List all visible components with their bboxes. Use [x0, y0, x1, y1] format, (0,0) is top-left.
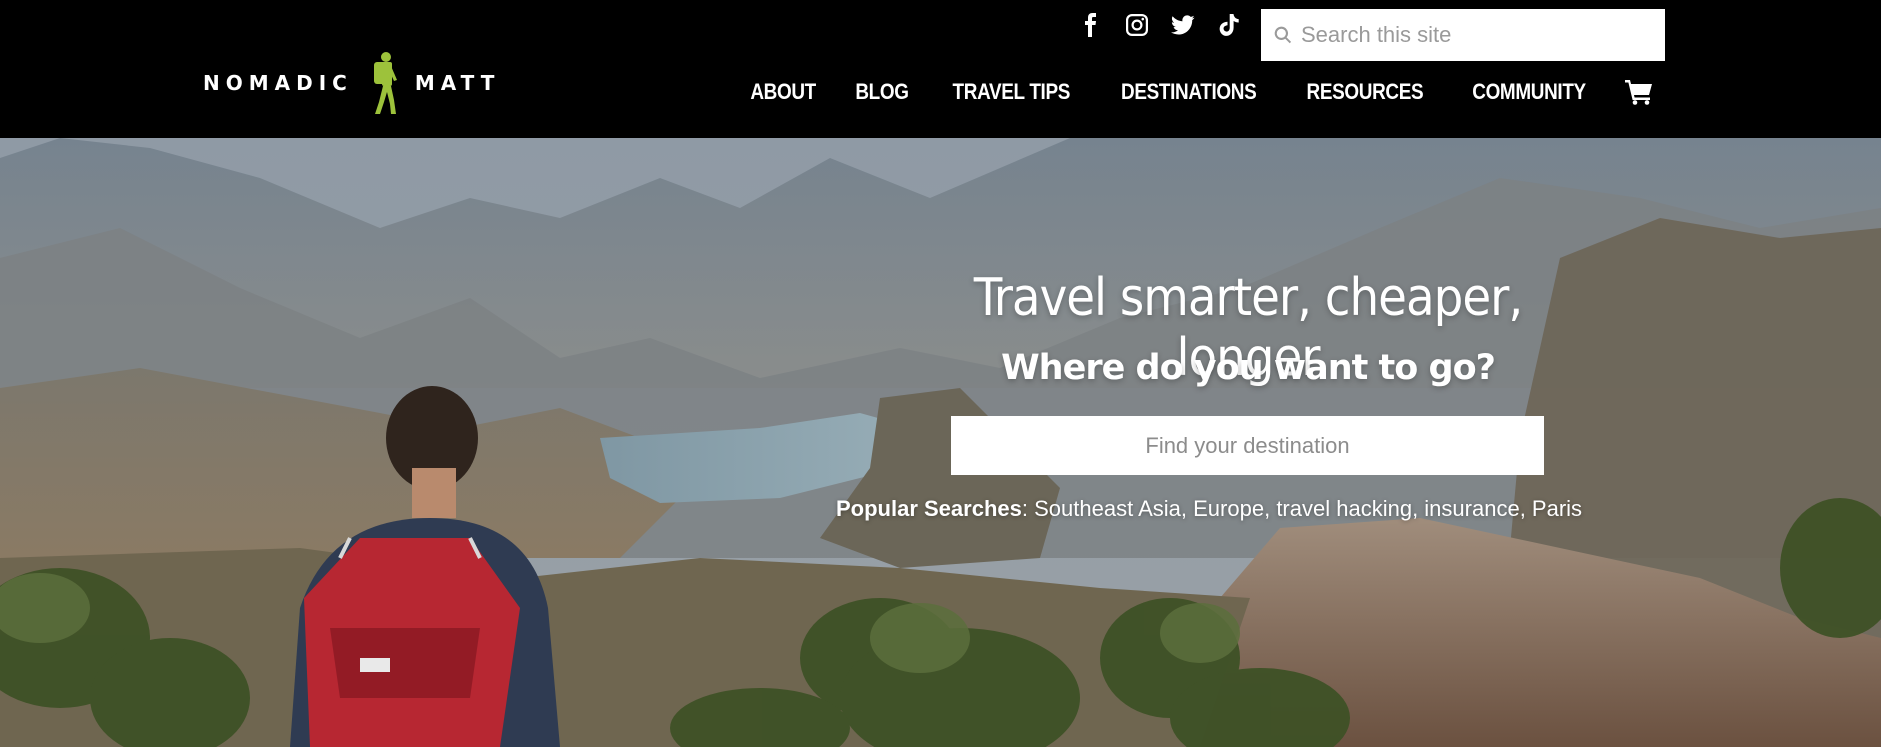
- popular-searches-label: Popular Searches: [836, 496, 1022, 521]
- backpacker-logo-icon: [373, 52, 397, 114]
- social-links: [1078, 12, 1242, 38]
- twitter-icon[interactable]: [1170, 12, 1196, 38]
- site-search-input[interactable]: [1301, 22, 1661, 48]
- facebook-icon[interactable]: [1078, 12, 1104, 38]
- nav-item-blog[interactable]: BLOG: [856, 79, 910, 105]
- destination-search-input[interactable]: [951, 416, 1544, 475]
- nav-item-travel-tips[interactable]: TRAVEL TIPS: [953, 79, 1071, 105]
- logo-text-left: NOMADIC: [203, 71, 353, 95]
- popular-search-link[interactable]: Paris: [1532, 496, 1582, 521]
- comma: ,: [1264, 496, 1277, 521]
- hero-banner: Travel smarter, cheaper, longer Where do…: [0, 138, 1881, 747]
- page: NOMADIC MATT Search this site ABOUT BLOG…: [0, 0, 1881, 747]
- search-icon: [1274, 26, 1292, 44]
- popular-search-link[interactable]: Southeast Asia: [1034, 496, 1181, 521]
- logo-text-right: MATT: [414, 71, 501, 95]
- site-logo[interactable]: NOMADIC MATT: [203, 50, 500, 116]
- nav-item-resources[interactable]: RESOURCES: [1307, 79, 1424, 105]
- site-search-box[interactable]: [1261, 9, 1665, 61]
- main-nav: ABOUT BLOG TRAVEL TIPS DESTINATIONS RESO…: [745, 78, 1655, 106]
- hero-subtitle: Where do you want to go?: [1001, 348, 1496, 388]
- cart-icon[interactable]: [1625, 78, 1655, 106]
- popular-searches-separator: :: [1021, 496, 1035, 521]
- comma: ,: [1412, 496, 1425, 521]
- comma: ,: [1180, 496, 1194, 521]
- nav-item-community[interactable]: COMMUNITY: [1472, 79, 1586, 105]
- tiktok-icon[interactable]: [1216, 12, 1242, 38]
- site-header: NOMADIC MATT Search this site ABOUT BLOG…: [0, 0, 1881, 138]
- popular-searches: Popular Searches: Southeast Asia, Europe…: [836, 496, 1666, 522]
- instagram-icon[interactable]: [1124, 12, 1150, 38]
- hero-background-image: [0, 138, 1881, 747]
- popular-search-link[interactable]: travel hacking: [1276, 496, 1412, 521]
- comma: ,: [1519, 496, 1532, 521]
- nav-item-destinations[interactable]: DESTINATIONS: [1121, 79, 1257, 105]
- popular-search-link[interactable]: Europe: [1193, 496, 1264, 521]
- nav-item-about[interactable]: ABOUT: [750, 79, 816, 105]
- popular-search-link[interactable]: insurance: [1424, 496, 1519, 521]
- destination-search-box[interactable]: [951, 416, 1544, 475]
